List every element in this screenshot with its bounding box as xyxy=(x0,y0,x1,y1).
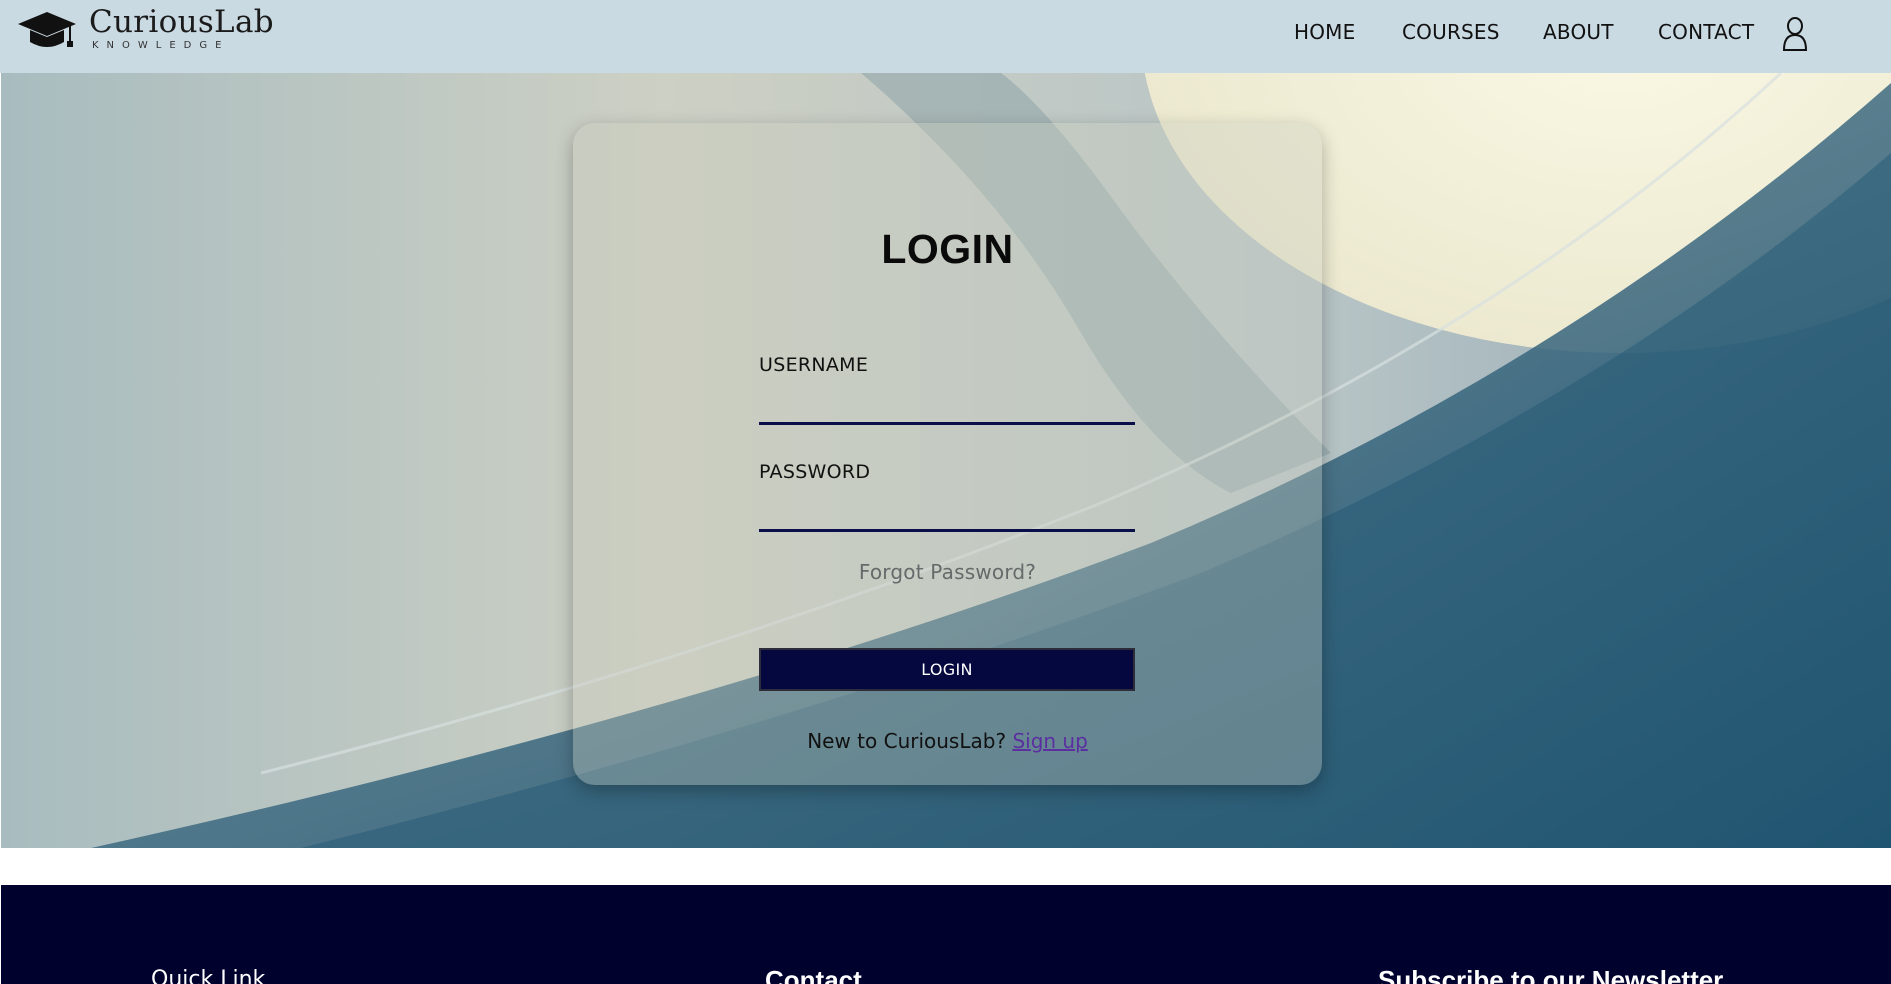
nav-home[interactable]: HOME xyxy=(1294,20,1355,44)
forgot-password-link[interactable]: Forgot Password? xyxy=(573,560,1322,584)
nav-courses[interactable]: COURSES xyxy=(1402,20,1500,44)
user-icon[interactable] xyxy=(1780,16,1810,52)
nav-about[interactable]: ABOUT xyxy=(1543,20,1614,44)
signup-prompt-text: New to CuriousLab? xyxy=(807,729,1007,753)
signup-prompt: New to CuriousLab? Sign up xyxy=(573,729,1322,753)
nav-contact[interactable]: CONTACT xyxy=(1658,20,1754,44)
username-label: USERNAME xyxy=(759,354,869,376)
login-card: LOGIN USERNAME PASSWORD Forgot Password?… xyxy=(573,123,1322,785)
footer-newsletter: Subscribe to our Newsletter xyxy=(1378,965,1724,984)
brand-name: CuriousLab xyxy=(89,4,274,40)
footer-quick-links: Quick Link xyxy=(151,967,266,984)
username-input[interactable] xyxy=(759,389,1135,425)
login-button[interactable]: LOGIN xyxy=(759,648,1135,691)
site-header: CuriousLab KNOWLEDGE HOME COURSES ABOUT … xyxy=(0,0,1891,73)
password-input[interactable] xyxy=(759,496,1135,532)
brand-tagline: KNOWLEDGE xyxy=(92,40,230,51)
login-title: LOGIN xyxy=(881,226,1014,272)
hero-section: LOGIN USERNAME PASSWORD Forgot Password?… xyxy=(1,73,1891,848)
signup-link[interactable]: Sign up xyxy=(1012,729,1087,753)
password-label: PASSWORD xyxy=(759,461,871,483)
footer-contact: Contact xyxy=(765,965,862,984)
graduation-cap-icon xyxy=(18,12,76,47)
site-footer: Quick Link Contact Subscribe to our News… xyxy=(1,885,1891,984)
